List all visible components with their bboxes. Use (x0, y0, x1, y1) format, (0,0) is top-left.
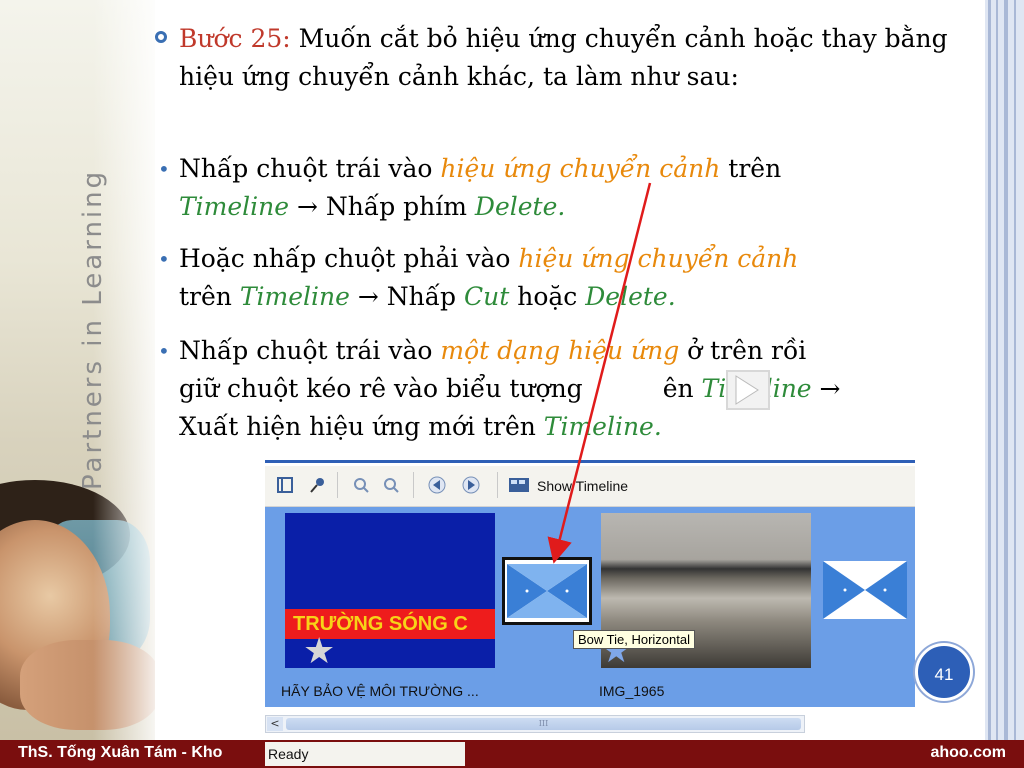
footer-email: ahoo.com (930, 744, 1006, 761)
transition-placeholder-icon (726, 370, 770, 410)
bullet-2: • Hoặc nhấp chuột phải vào hiệu ứng chuy… (155, 240, 975, 316)
clip-thumbnail-1[interactable]: TRƯỜNG SÓNG C ★ (285, 513, 495, 672)
bullet-3-text-c: giữ chuột kéo rê vào biểu tượng (179, 374, 583, 403)
zoom-out-icon[interactable] (379, 473, 403, 497)
microphone-icon[interactable] (305, 473, 329, 497)
bullet-3-effect-term: một dạng hiệu ứng (440, 336, 680, 365)
selected-transition-bow-tie[interactable] (502, 557, 592, 625)
movie-maker-screenshot: Show Timeline TRƯỜNG SÓNG C ★ ★ Bow Tie,… (265, 460, 915, 743)
bullet-1: • Nhấp chuột trái vào hiệu ứng chuyển cả… (155, 150, 975, 226)
step-text: Muốn cắt bỏ hiệu ứng chuyển cảnh hoặc th… (179, 24, 948, 91)
rewind-icon[interactable] (425, 473, 449, 497)
bullet-3-text-e: Xuất hiện hiệu ứng mới trên (179, 412, 544, 441)
clip1-label: HÃY BẢO VỆ MÔI TRƯỜNG ... (281, 683, 479, 699)
circle-bullet-icon (155, 31, 167, 43)
footer-bar: ThS. Tống Xuân Tám - Kho ahoo.com (0, 740, 1024, 768)
horizontal-scrollbar[interactable]: < III (265, 715, 805, 733)
page-number-badge: 41 (915, 643, 973, 701)
bullet-2-cut-term: Cut (464, 282, 510, 311)
bullet-2-text-d: hoặc (509, 282, 586, 311)
bullet-2-timeline-term: Timeline (239, 282, 350, 311)
status-bar: Ready (265, 742, 465, 766)
clip2-label: IMG_1965 (599, 683, 665, 699)
dot-bullet-icon: • (158, 157, 170, 181)
bullet-3: • Nhấp chuột trái vào một dạng hiệu ứng … (155, 332, 975, 446)
bullet-3-timeline-term-2: Timeline. (543, 412, 662, 441)
zoom-in-icon[interactable] (349, 473, 373, 497)
clip1-star-icon: ★ (303, 631, 336, 672)
show-timeline-button[interactable]: Show Timeline (537, 478, 628, 494)
transition-bow-tie-2[interactable] (823, 559, 907, 621)
storyboard-icon[interactable] (273, 473, 297, 497)
bullet-2-transition-term: hiệu ứng chuyển cảnh (518, 244, 799, 273)
bullet-3-text-b: ở trên rồi (679, 336, 807, 365)
show-timeline-icon[interactable] (507, 473, 531, 497)
bullet-1-transition-term: hiệu ứng chuyển cảnh (440, 154, 721, 183)
bullet-3-text-a: Nhấp chuột trái vào (179, 336, 441, 365)
bullet-2-text-a: Hoặc nhấp chuột phải vào (179, 244, 519, 273)
scroll-thumb[interactable]: III (286, 718, 801, 730)
storyboard-toolbar: Show Timeline (265, 466, 915, 507)
transition-tooltip: Bow Tie, Horizontal (573, 630, 695, 649)
bullet-3-arrow: → (811, 374, 841, 403)
bullet-1-text-a: Nhấp chuột trái vào (179, 154, 441, 183)
bullet-2-text-b: trên (179, 282, 240, 311)
bullet-1-text-b: trên (720, 154, 782, 183)
bullet-3-text-d: ên (662, 374, 702, 403)
right-decoration-stripes (984, 0, 1024, 740)
play-icon[interactable] (459, 473, 483, 497)
bullet-1-text-c: → Nhấp phím (289, 192, 475, 221)
bullet-1-delete-term: Delete. (474, 192, 566, 221)
storyboard-area: TRƯỜNG SÓNG C ★ ★ Bow Tie, Horizontal HÃ… (265, 507, 915, 707)
step-paragraph: Bước 25: Muốn cắt bỏ hiệu ứng chuyển cản… (155, 20, 975, 96)
footer-author: ThS. Tống Xuân Tám - Kho (18, 744, 223, 761)
scroll-left-arrow-icon[interactable]: < (267, 717, 283, 731)
left-decoration-panel: Partners in Learning (0, 0, 155, 740)
partners-in-learning-text: Partners in Learning (78, 168, 108, 490)
bullet-1-timeline-term: Timeline (179, 192, 290, 221)
bullet-2-delete-term: Delete. (585, 282, 676, 311)
dot-bullet-icon: • (158, 339, 170, 363)
step-label: Bước 25: (179, 24, 291, 53)
dot-bullet-icon: • (158, 247, 170, 271)
bullet-2-text-c: → Nhấp (349, 282, 464, 311)
